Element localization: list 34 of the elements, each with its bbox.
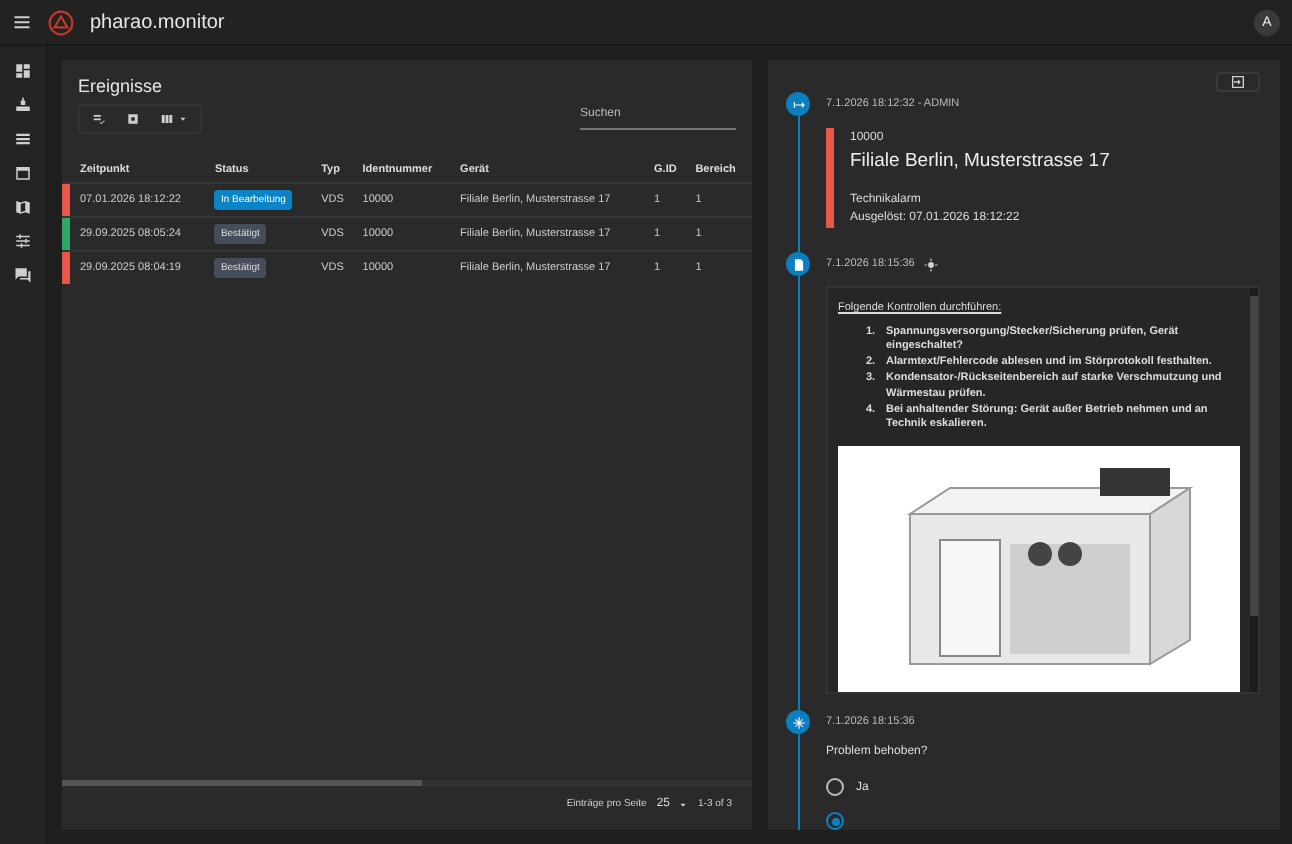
document-icon [791, 257, 805, 271]
logo-icon [48, 9, 74, 35]
exit-icon [1230, 74, 1246, 90]
arrows-icon [791, 97, 805, 111]
map-nav-button[interactable] [14, 198, 32, 216]
filter-button[interactable] [92, 112, 106, 126]
list-nav-button[interactable] [14, 130, 32, 148]
exit-button[interactable] [1216, 72, 1260, 92]
caret-icon [178, 114, 188, 124]
map-icon [14, 198, 32, 216]
chat-icon [14, 266, 32, 284]
caret-icon [678, 799, 689, 809]
location-title: Filiale Berlin, Musterstrasse 17 [850, 150, 1112, 172]
sun-icon [924, 257, 939, 271]
dashboard-nav-button[interactable] [14, 62, 32, 80]
dashboard-icon [14, 62, 32, 80]
columns-icon [160, 112, 174, 126]
list-check-icon [92, 112, 106, 126]
panel-title: Ereignisse [78, 76, 165, 96]
sliders-icon [14, 232, 32, 250]
sliders-nav-button[interactable] [14, 232, 32, 250]
menu-button[interactable] [12, 12, 32, 32]
radio-button[interactable] [826, 778, 844, 796]
horizontal-scrollbar[interactable] [62, 780, 752, 786]
columns-button[interactable] [160, 112, 188, 126]
calendar-nav-button[interactable] [14, 164, 32, 182]
export-button[interactable] [126, 112, 140, 126]
chat-nav-button[interactable] [14, 266, 32, 284]
menu-icon [12, 12, 32, 32]
calendar-icon [14, 164, 32, 182]
list-icon [14, 130, 32, 148]
app-title: pharao.monitor [90, 11, 225, 33]
snowflake-icon [791, 715, 805, 729]
radio-button[interactable] [826, 812, 844, 830]
